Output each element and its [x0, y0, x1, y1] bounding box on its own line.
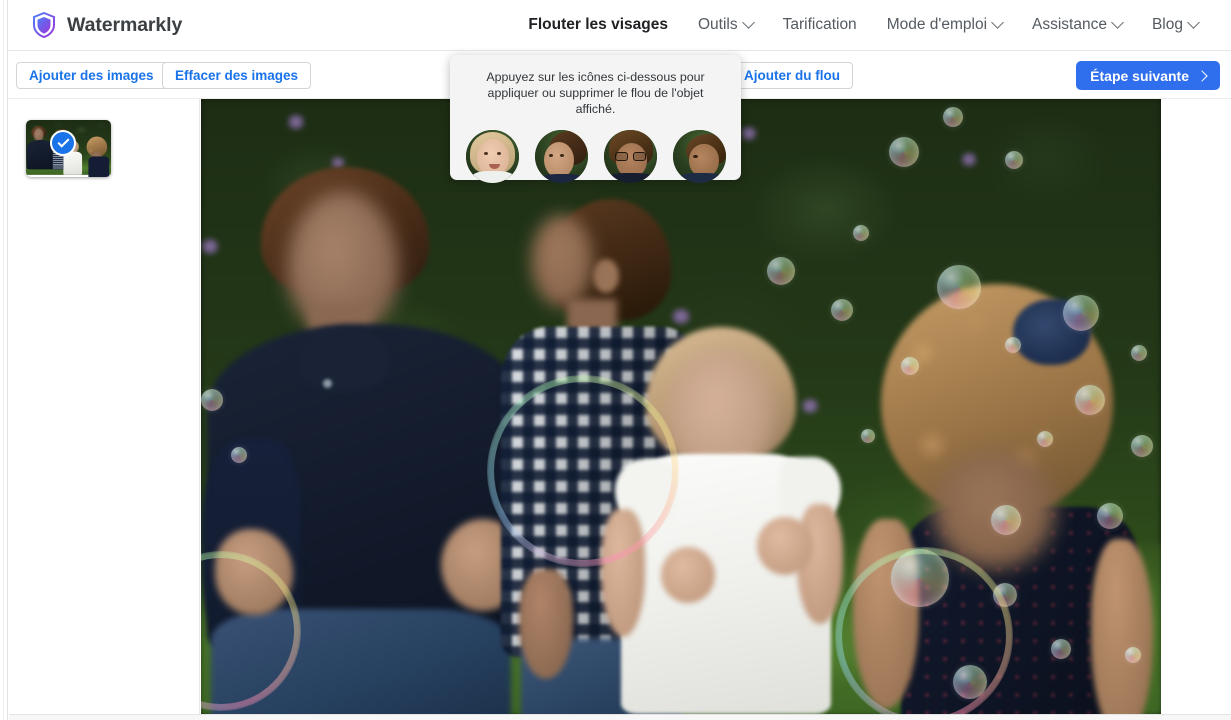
image-canvas[interactable] [201, 99, 1161, 714]
face-thumbnail-list [450, 130, 741, 183]
app-window: Watermarkly Flouter les visages Outils T… [0, 0, 1231, 720]
nav-label: Mode d'emploi [886, 16, 988, 33]
image-list-sidebar [9, 99, 200, 714]
add-images-button[interactable]: Ajouter des images [16, 62, 167, 89]
nav-label: Outils [697, 16, 738, 33]
nav-label: Blog [1151, 16, 1183, 33]
main-navigation: Flouter les visages Outils Tarification … [513, 15, 1213, 34]
shield-icon [33, 12, 55, 38]
add-blur-button[interactable]: Ajouter du flou [731, 62, 853, 89]
nav-item-support[interactable]: Assistance [1017, 15, 1137, 34]
nav-label: Tarification [782, 16, 857, 33]
popup-instruction-line2: supprimer le flou de l'objet affiché. [559, 86, 704, 116]
nav-item-blog[interactable]: Blog [1137, 15, 1213, 34]
nav-label: Flouter les visages [528, 16, 668, 33]
site-header: Watermarkly Flouter les visages Outils T… [8, 0, 1231, 51]
face-selection-popup: Appuyez sur les icônes ci-dessous pour a… [450, 55, 741, 183]
chevron-down-icon [741, 15, 755, 29]
window-left-rail [0, 0, 8, 720]
window-bottom-strip [9, 714, 1231, 720]
rail-divider [3, 0, 4, 720]
clear-images-button[interactable]: Effacer des images [162, 62, 312, 89]
nav-item-tools[interactable]: Outils [683, 15, 768, 34]
brand-name: Watermarkly [67, 13, 183, 36]
next-step-button[interactable]: Étape suivante [1076, 61, 1220, 90]
nav-label: Assistance [1032, 16, 1107, 33]
chevron-down-icon [1111, 15, 1124, 29]
chevron-down-icon [991, 15, 1004, 29]
blurred-face-2[interactable] [531, 215, 593, 307]
brand-logo[interactable]: Watermarkly [32, 12, 182, 38]
nav-item-blur-faces[interactable]: Flouter les visages [513, 16, 683, 34]
thumbnail-list-item[interactable] [26, 120, 111, 177]
face-thumbnail-3[interactable] [603, 130, 657, 183]
nav-item-how-to[interactable]: Mode d'emploi [872, 15, 1017, 34]
face-thumbnail-1[interactable] [465, 130, 519, 183]
next-step-label: Étape suivante [1090, 67, 1189, 84]
chevron-down-icon [1187, 15, 1200, 29]
face-thumbnail-2[interactable] [534, 130, 588, 183]
photo-children-bubbles [201, 99, 1161, 714]
nav-item-pricing[interactable]: Tarification [768, 16, 872, 34]
chevron-right-icon [1196, 69, 1208, 82]
face-thumbnail-4[interactable] [672, 130, 726, 183]
popup-instruction: Appuyez sur les icônes ci-dessous pour a… [466, 69, 725, 117]
